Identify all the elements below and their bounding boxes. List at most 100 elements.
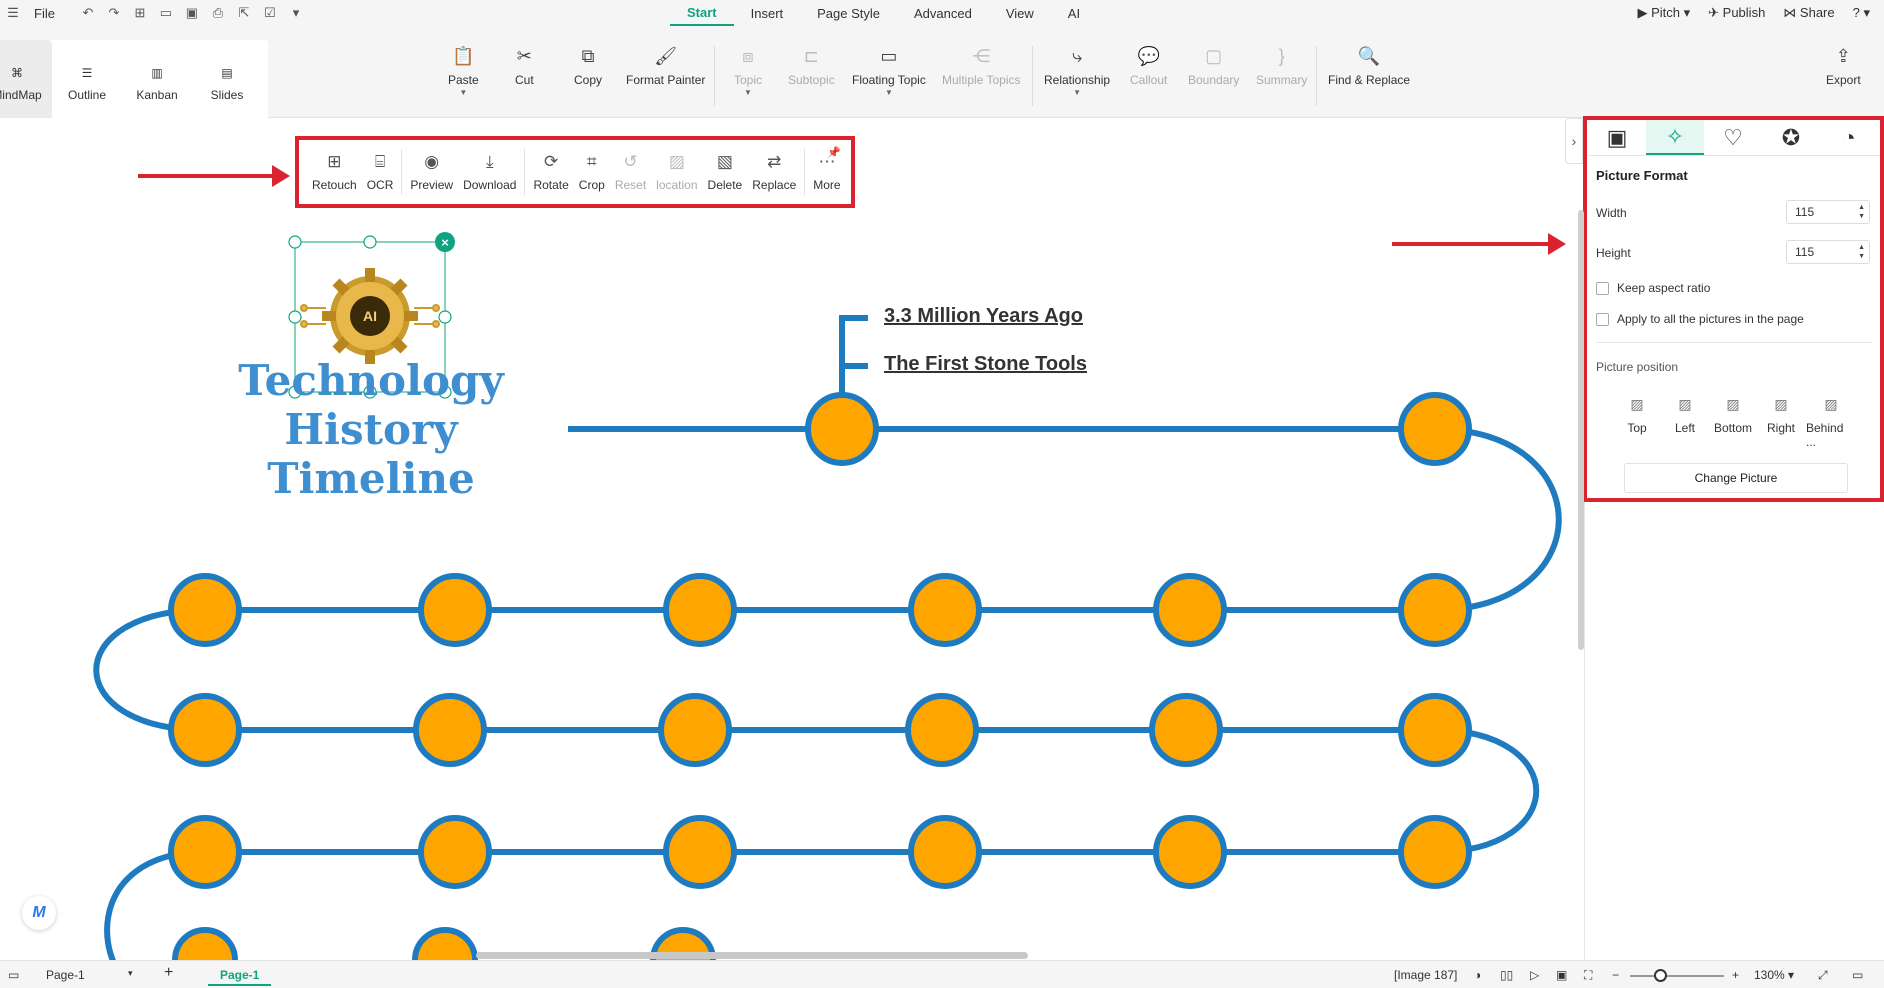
summary-button[interactable]: } Summary <box>1256 46 1307 87</box>
checklist-icon[interactable]: ☑ <box>263 6 277 20</box>
relationship-button[interactable]: ⤷ Relationship ▼ <box>1044 46 1110 97</box>
cut-button[interactable]: ✂ Cut <box>515 46 534 87</box>
position-right-button[interactable]: ▨ Right <box>1756 396 1806 435</box>
print-icon[interactable]: ⎙ <box>211 6 225 20</box>
width-input[interactable]: 115 ▲ ▼ <box>1786 200 1870 224</box>
panel-tab-marker[interactable]: ♡ <box>1704 120 1762 155</box>
new-icon[interactable]: ⊞ <box>133 6 147 20</box>
save-icon[interactable]: ▣ <box>185 6 199 20</box>
checkbox-box[interactable] <box>1596 312 1609 326</box>
floating-topic-button[interactable]: ▭ Floating Topic ▼ <box>852 46 926 97</box>
change-picture-button[interactable]: Change Picture <box>1624 463 1848 493</box>
callout-button[interactable]: 💬 Callout <box>1130 46 1167 87</box>
page-select[interactable]: Page-1 ▾ <box>46 968 134 982</box>
file-menu[interactable]: File <box>26 6 63 21</box>
copy-button[interactable]: ⧉ Copy <box>574 46 602 87</box>
delete-button[interactable]: ▧ Delete <box>703 152 748 192</box>
tab-insert[interactable]: Insert <box>734 6 801 21</box>
timeline-node <box>168 693 242 767</box>
horizontal-scrollbar[interactable] <box>476 952 1028 959</box>
subtopic-button[interactable]: ⊏ Subtopic <box>788 46 835 87</box>
panel-tab-ai-format[interactable]: ✧ <box>1646 120 1704 155</box>
zoom-level[interactable]: 130% ▾ <box>1754 968 1794 982</box>
format-painter-button[interactable]: 🖌 Format Painter <box>626 46 705 87</box>
share-button[interactable]: ⋈ Share <box>1783 5 1834 21</box>
panel-tab-theme[interactable]: ✪ <box>1762 120 1820 155</box>
fullscreen-icon[interactable]: ⛶ <box>1584 968 1592 983</box>
canvas[interactable]: × AI Technology History Timeline 3.3 Mil… <box>0 118 1584 960</box>
zoom-out-icon[interactable]: − <box>1612 968 1619 982</box>
export-file-icon[interactable]: ⇱ <box>237 6 251 20</box>
topic-button[interactable]: ⧈ Topic ▼ <box>734 46 762 97</box>
pin-icon[interactable]: 📌 <box>827 146 841 159</box>
stepper-icon[interactable]: ▲ ▼ <box>1858 243 1865 261</box>
multiple-topics-button[interactable]: ⋲ Multiple Topics <box>942 46 1020 87</box>
ocr-button[interactable]: ⌸ OCR <box>362 152 399 192</box>
download-button[interactable]: ⤓ Download <box>458 152 521 192</box>
checkbox-box[interactable] <box>1596 281 1609 295</box>
rotate-button[interactable]: ⟳ Rotate <box>528 152 573 192</box>
view-outline[interactable]: ☰ Outline <box>52 40 122 128</box>
fit-page-icon[interactable]: ▣ <box>1556 968 1567 982</box>
panel-toggle-icon[interactable]: ▭ <box>1852 968 1863 982</box>
quick-access-more-icon[interactable]: ▾ <box>289 6 303 20</box>
vertical-scrollbar[interactable] <box>1578 210 1584 650</box>
open-folder-icon[interactable]: ▭ <box>159 6 173 20</box>
undo-icon[interactable]: ↶ <box>81 6 95 20</box>
height-input[interactable]: 115 ▲ ▼ <box>1786 240 1870 264</box>
page-tab[interactable]: Page-1 <box>208 968 272 986</box>
zoom-in-icon[interactable]: + <box>1732 968 1739 982</box>
ribbon: ⌘MindMap ☰Outline ▥Kanban ▤Slides 📋Paste… <box>0 26 1884 128</box>
add-page-icon[interactable]: + <box>164 964 173 982</box>
paste-button[interactable]: 📋 Paste ▼ <box>448 46 479 97</box>
title-line: Technology <box>238 356 504 405</box>
reset-button[interactable]: ↺ Reset <box>610 152 651 192</box>
panel-tab-style[interactable]: ▣ <box>1588 120 1646 155</box>
timeline-node <box>663 815 737 889</box>
timeline-title[interactable]: Technology History Timeline <box>215 356 527 503</box>
find-replace-button[interactable]: 🔍 Find & Replace <box>1328 46 1410 87</box>
copy-icon: ⧉ <box>581 46 595 66</box>
zoom-slider-handle[interactable] <box>1654 969 1667 982</box>
tab-start[interactable]: Start <box>670 0 734 26</box>
crop-button[interactable]: ⌗ Crop <box>574 152 610 192</box>
pitch-button[interactable]: ▶ Pitch ▾ <box>1637 5 1690 21</box>
ai-assistant-button[interactable]: M <box>22 896 56 930</box>
panel-tab-history[interactable]: ◔ <box>1820 120 1878 155</box>
retouch-button[interactable]: ⊞ Retouch <box>307 152 362 192</box>
tab-view[interactable]: View <box>989 6 1051 21</box>
page-panel-icon[interactable]: ▭ <box>8 968 19 982</box>
boundary-button[interactable]: ▢ Boundary <box>1188 46 1239 87</box>
replace-button[interactable]: ⇄ Replace <box>747 152 801 192</box>
position-behind-button[interactable]: ▨ Behind ... <box>1806 396 1856 449</box>
position-bottom-button[interactable]: ▨ Bottom <box>1708 396 1758 435</box>
position-top-button[interactable]: ▨ Top <box>1612 396 1662 435</box>
panel-collapse-button[interactable]: › <box>1565 118 1583 164</box>
tab-advanced[interactable]: Advanced <box>897 6 989 21</box>
theme-icon[interactable]: ◑ <box>1474 968 1481 982</box>
publish-button[interactable]: ✈ Publish <box>1708 5 1765 21</box>
keep-aspect-checkbox[interactable]: Keep aspect ratio <box>1596 281 1710 295</box>
view-slides[interactable]: ▤ Slides <box>192 40 262 128</box>
position-left-button[interactable]: ▨ Left <box>1660 396 1710 435</box>
redo-icon[interactable]: ↷ <box>107 6 121 20</box>
topic-label-date[interactable]: 3.3 Million Years Ago <box>884 305 1083 328</box>
apply-all-checkbox[interactable]: Apply to all the pictures in the page <box>1596 312 1804 326</box>
preview-button[interactable]: ◉ Preview <box>405 152 458 192</box>
tab-page-style[interactable]: Page Style <box>800 6 897 21</box>
help-icon[interactable]: ? ▾ <box>1853 5 1870 21</box>
logo-text: AI <box>363 308 377 324</box>
zoom-slider-track[interactable] <box>1630 975 1724 977</box>
play-icon[interactable]: ▷ <box>1530 968 1539 982</box>
ai-assistant-icon: M <box>32 904 46 921</box>
topic-label-event[interactable]: The First Stone Tools <box>884 353 1087 376</box>
expand-icon[interactable]: ⤢ <box>1818 968 1828 983</box>
location-button[interactable]: ▨ location <box>651 152 702 192</box>
hamburger-icon[interactable]: ☰ <box>6 6 20 20</box>
stepper-icon[interactable]: ▲ ▼ <box>1858 203 1865 221</box>
book-icon[interactable]: ▯▯ <box>1500 968 1513 982</box>
tab-ai[interactable]: AI <box>1051 6 1097 21</box>
view-mindmap[interactable]: ⌘MindMap <box>0 40 52 128</box>
view-kanban[interactable]: ▥ Kanban <box>122 40 192 128</box>
export-button[interactable]: ⇪ Export <box>1826 46 1861 87</box>
